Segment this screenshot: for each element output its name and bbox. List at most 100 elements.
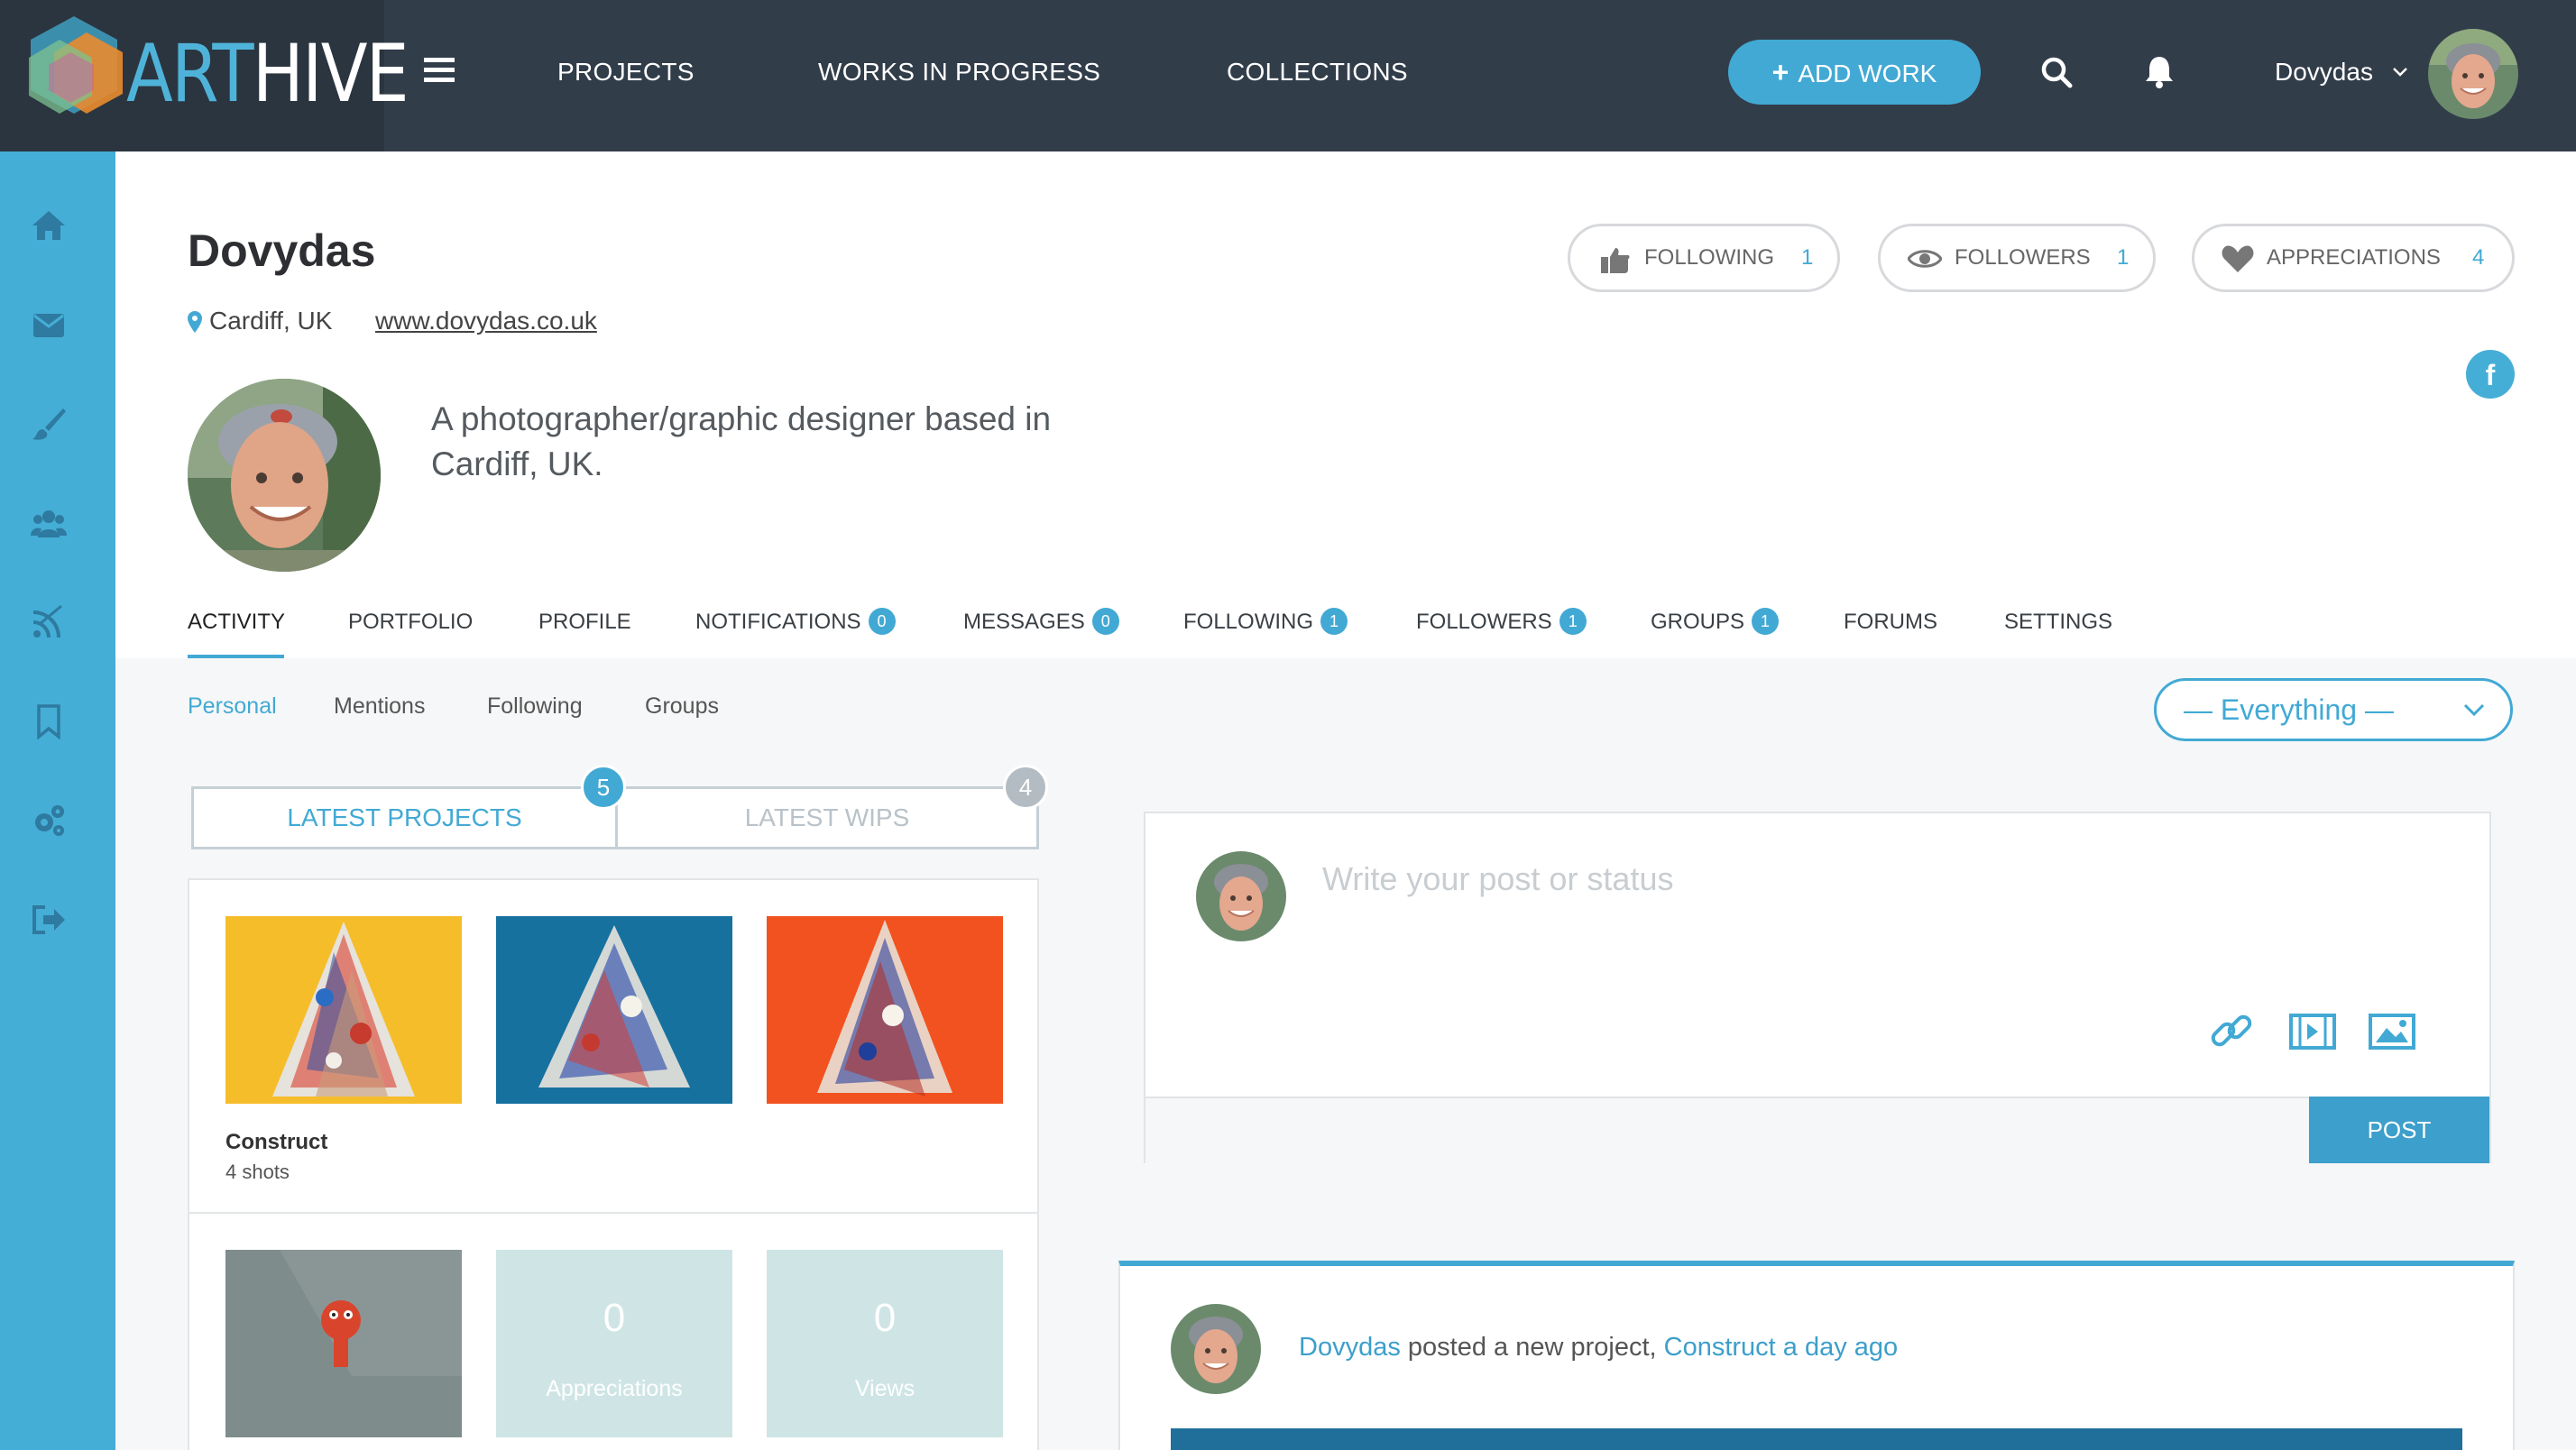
gears-icon[interactable]	[31, 803, 67, 839]
avatar	[1196, 851, 1286, 941]
thumbs-up-icon	[1601, 248, 1630, 273]
subtab-mentions[interactable]: Mentions	[334, 691, 425, 721]
image-icon[interactable]	[2369, 1012, 2415, 1051]
subtab-groups[interactable]: Groups	[645, 691, 719, 721]
tab-following-badge: 1	[1320, 608, 1348, 635]
activity-time-link[interactable]: a day ago	[1776, 1333, 1898, 1362]
tab-messages-label: MESSAGES	[963, 610, 1085, 634]
post-composer: Write your post or status POST	[1144, 812, 2491, 1163]
tab-messages[interactable]: MESSAGES 0	[963, 604, 1119, 640]
project-views-label: Views	[854, 1376, 915, 1401]
nav-link-collections[interactable]: COLLECTIONS	[1227, 54, 1408, 90]
tab-portfolio[interactable]: PORTFOLIO	[348, 604, 473, 640]
project-appreciations-label: Appreciations	[546, 1376, 683, 1401]
tab-followers-label: FOLLOWERS	[1416, 610, 1552, 634]
project-appreciations-tile: 0 Appreciations	[496, 1250, 732, 1437]
video-icon[interactable]	[2289, 1012, 2336, 1051]
following-stat-count: 1	[1801, 245, 1814, 270]
search-icon[interactable]	[2040, 56, 2073, 88]
project-thumbnail[interactable]	[496, 916, 732, 1104]
plus-icon: +	[1771, 56, 1789, 88]
envelope-icon[interactable]	[31, 307, 67, 343]
tab-groups-badge: 1	[1752, 608, 1780, 635]
link-icon[interactable]	[2208, 1008, 2255, 1055]
brush-icon[interactable]	[31, 406, 67, 442]
card-divider	[189, 1212, 1037, 1214]
appreciations-stat-label: APPRECIATIONS	[2267, 245, 2441, 270]
activity-text: Dovydas posted a new project, Construct …	[1299, 1329, 1898, 1365]
nav-link-works-in-progress[interactable]: WORKS IN PROGRESS	[818, 54, 1100, 90]
tab-settings[interactable]: SETTINGS	[2004, 604, 2112, 640]
chevron-down-icon	[2463, 703, 2485, 717]
bookmark-icon[interactable]	[31, 703, 67, 739]
tab-groups[interactable]: GROUPS 1	[1651, 604, 1780, 640]
chevron-down-icon[interactable]	[2392, 67, 2408, 78]
latest-projects-count-badge: 5	[581, 765, 626, 810]
user-menu-name[interactable]: Dovydas	[2275, 54, 2373, 90]
appreciations-stat-count: 4	[2472, 245, 2485, 270]
project-shot-count: 4 shots	[225, 1161, 290, 1183]
logo[interactable]: ARTHIVE	[0, 0, 409, 151]
post-status-input[interactable]: Write your post or status	[1322, 857, 1673, 902]
project-title[interactable]: Construct	[225, 1129, 327, 1156]
facebook-icon[interactable]: f	[2466, 350, 2515, 399]
appreciations-stat-button[interactable]: APPRECIATIONS 4	[2192, 224, 2515, 292]
project-thumbnail[interactable]	[767, 916, 1003, 1104]
tab-forums[interactable]: FORUMS	[1844, 604, 1937, 640]
tab-groups-label: GROUPS	[1651, 610, 1745, 634]
tab-notifications-label: NOTIFICATIONS	[695, 610, 861, 634]
tab-profile[interactable]: PROFILE	[538, 604, 631, 640]
avatar[interactable]	[1171, 1304, 1261, 1394]
home-icon[interactable]	[31, 207, 67, 243]
user-avatar[interactable]	[2428, 29, 2518, 119]
latest-projects-tab[interactable]: LATEST PROJECTS	[194, 789, 615, 847]
post-button[interactable]: POST	[2309, 1097, 2489, 1163]
project-thumbnail[interactable]	[225, 916, 462, 1104]
subtab-personal[interactable]: Personal	[188, 691, 277, 721]
followers-stat-button[interactable]: FOLLOWERS 1	[1878, 224, 2156, 292]
latest-wips-tab[interactable]: LATEST WIPS	[615, 789, 1036, 847]
activity-filter-select[interactable]: — Everything —	[2154, 678, 2513, 741]
latest-projects-card: Construct 4 shots 0 Appreciations 0 View…	[188, 878, 1039, 1450]
tab-messages-badge: 0	[1091, 608, 1119, 635]
profile-name: Dovydas	[188, 225, 376, 276]
sidebar	[0, 151, 115, 1450]
eye-icon	[1908, 250, 1942, 268]
nav-link-projects[interactable]: PROJECTS	[557, 54, 695, 90]
logo-mark-icon	[29, 16, 123, 114]
logo-text-hive: HIVE	[252, 27, 409, 120]
feed-icon[interactable]	[31, 604, 67, 640]
profile-location: Cardiff, UK	[188, 305, 332, 337]
tab-notifications[interactable]: NOTIFICATIONS 0	[695, 604, 896, 640]
project-views-value: 0	[873, 1296, 897, 1340]
profile-avatar	[188, 379, 381, 572]
logo-text-art: ART	[126, 27, 254, 120]
tab-following[interactable]: FOLLOWING 1	[1183, 604, 1348, 640]
group-icon[interactable]	[31, 505, 67, 541]
menu-icon[interactable]	[424, 58, 455, 83]
filter-selected-value: — Everything —	[2184, 693, 2394, 726]
latest-wips-count-badge: 4	[1003, 765, 1048, 810]
tab-activity[interactable]: ACTIVITY	[188, 604, 285, 640]
activity-project-link[interactable]: Construct	[1664, 1333, 1776, 1362]
following-stat-button[interactable]: FOLLOWING 1	[1568, 224, 1840, 292]
activity-media-preview[interactable]	[1171, 1428, 2462, 1450]
project-appreciations-value: 0	[603, 1296, 626, 1340]
profile-website-link[interactable]: www.dovydas.co.uk	[375, 305, 597, 337]
project-views-tile: 0 Views	[767, 1250, 1003, 1437]
add-work-button[interactable]: + ADD WORK	[1728, 40, 1981, 105]
tab-followers[interactable]: FOLLOWERS 1	[1416, 604, 1587, 640]
logout-icon[interactable]	[31, 902, 67, 938]
followers-stat-label: FOLLOWERS	[1955, 245, 2091, 270]
tab-followers-badge: 1	[1559, 608, 1587, 635]
followers-stat-count: 1	[2117, 245, 2130, 270]
heart-icon	[2222, 245, 2254, 272]
subtab-following[interactable]: Following	[487, 691, 583, 721]
add-work-label: ADD WORK	[1798, 60, 1937, 87]
activity-actor-link[interactable]: Dovydas	[1299, 1333, 1401, 1362]
bell-icon[interactable]	[2143, 54, 2176, 90]
activity-entry: Dovydas posted a new project, Construct …	[1118, 1261, 2515, 1450]
logo-text: ARTHIVE	[126, 20, 409, 128]
following-stat-label: FOLLOWING	[1644, 245, 1775, 270]
project-thumbnail[interactable]	[225, 1250, 462, 1437]
